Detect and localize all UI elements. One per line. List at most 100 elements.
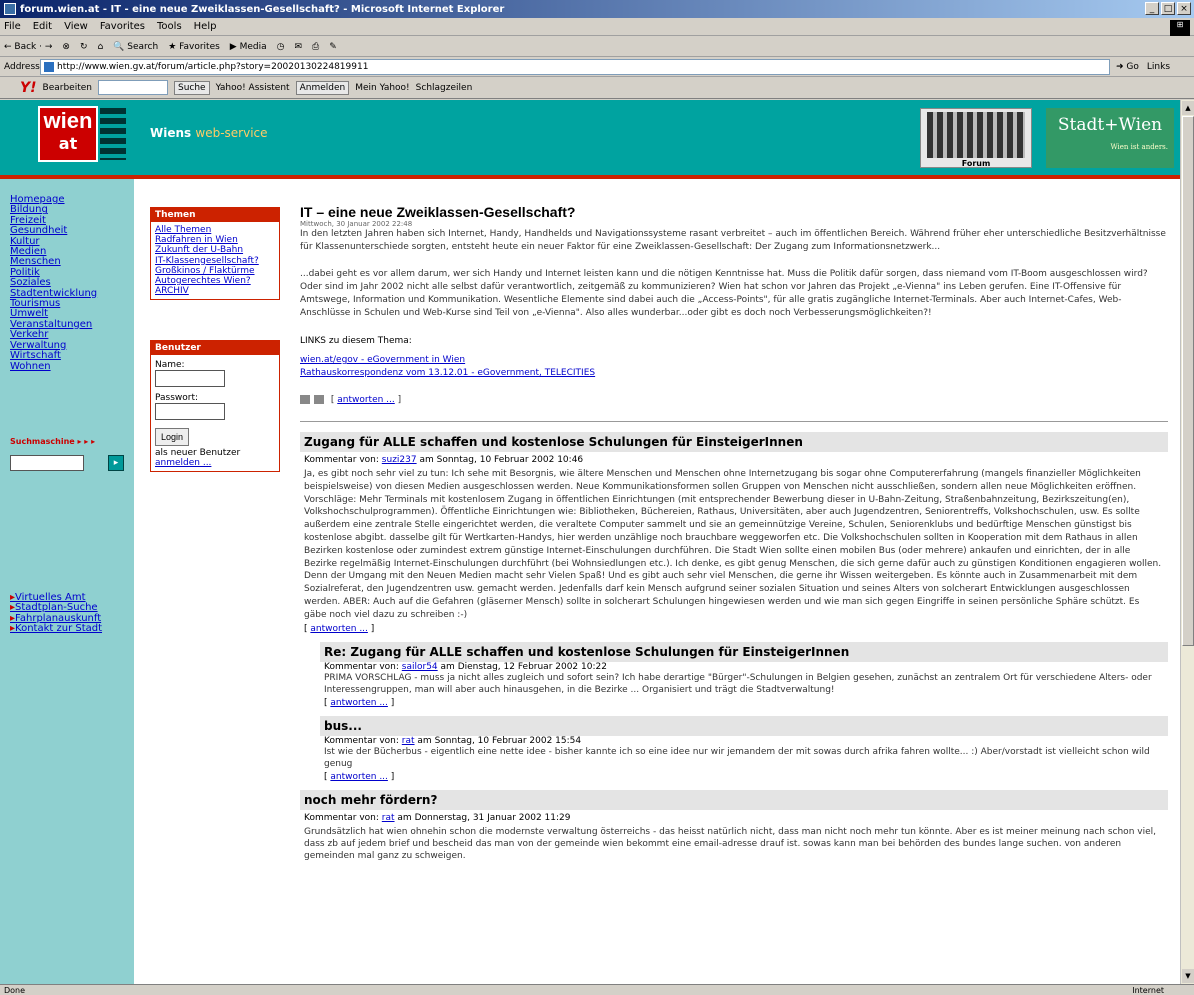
site-header: wien at Wiens web-service Forum Stadt+Wie…	[0, 100, 1180, 175]
address-bar: Address http://www.wien.gv.at/forum/arti…	[0, 57, 1194, 77]
reply-link[interactable]: antworten ...	[330, 698, 388, 708]
themen-link[interactable]: Zukunft der U-Bahn	[155, 245, 275, 255]
links-header: LINKS zu diesem Thema:	[300, 336, 412, 346]
article-intro: In den letzten Jahren haben sich Interne…	[300, 229, 1166, 252]
rathaus-link[interactable]: Rathauskorrespondenz vom 13.12.01 - eGov…	[300, 368, 595, 378]
media-button[interactable]: ▶ Media	[230, 42, 267, 52]
name-input[interactable]	[155, 370, 225, 387]
benutzer-title: Benutzer	[151, 341, 279, 355]
menu-help[interactable]: Help	[194, 21, 217, 32]
print-icon[interactable]: ⎙	[312, 42, 319, 52]
stadt-tagline: Wien ist anders.	[1110, 143, 1168, 151]
reply-link[interactable]: antworten ...	[330, 772, 388, 782]
meta-label: Kommentar von:	[304, 455, 379, 465]
refresh-icon[interactable]: ↻	[80, 42, 88, 52]
status-bar: Done Internet	[0, 984, 1194, 995]
comment-body: Ist wie der Bücherbus - eigentlich eine …	[324, 746, 1150, 769]
yahoo-suche-button[interactable]: Suche	[173, 80, 210, 95]
yahoo-toolbar: Y! Bearbeiten Suche Yahoo! Assistent Anm…	[0, 77, 1194, 99]
minimize-button[interactable]: _	[1145, 2, 1159, 15]
comment-user-link[interactable]: sailor54	[402, 662, 438, 672]
yahoo-search-input[interactable]	[97, 80, 168, 95]
yahoo-logo-icon[interactable]: Y!	[20, 80, 37, 96]
wien-at-logo[interactable]: wien at	[38, 106, 98, 162]
yahoo-schlagzeilen[interactable]: Schlagzeilen	[416, 83, 473, 93]
comment-meta: Kommentar von: rat am Donnerstag, 31 Jan…	[300, 810, 1168, 826]
favorites-button[interactable]: ★ Favorites	[168, 42, 220, 52]
egov-link[interactable]: wien.at/egov - eGovernment in Wien	[300, 355, 465, 365]
yahoo-assistent[interactable]: Yahoo! Assistent	[216, 83, 290, 93]
history-icon[interactable]: ◷	[277, 42, 285, 52]
article-reply-link[interactable]: antworten ...	[337, 395, 395, 405]
menu-favorites[interactable]: Favorites	[100, 21, 145, 32]
go-label: Go	[1126, 61, 1139, 72]
media-label: Media	[239, 41, 267, 52]
stadt-wien-logo[interactable]: Stadt+Wien Wien ist anders.	[1046, 108, 1174, 168]
scroll-thumb[interactable]	[1182, 116, 1194, 646]
internet-zone: Internet	[1132, 985, 1164, 995]
header-divider	[0, 175, 1180, 179]
links-button[interactable]: Links	[1147, 62, 1170, 72]
edit-icon[interactable]: ✎	[329, 42, 337, 52]
themen-link[interactable]: ARCHIV	[155, 286, 275, 296]
comment-meta: Kommentar von: suzi237 am Sonntag, 10 Fe…	[300, 452, 1168, 468]
windows-logo-icon: ⊞	[1170, 20, 1190, 36]
menu-file[interactable]: File	[4, 21, 21, 32]
address-label: Address	[4, 61, 40, 72]
themen-link[interactable]: Großkinos / Flaktürme	[155, 266, 275, 276]
password-input[interactable]	[155, 403, 225, 420]
search-button[interactable]: 🔍 Search	[113, 42, 158, 52]
suche-go-icon[interactable]: ▸	[108, 455, 124, 471]
comment-user-link[interactable]: rat	[382, 813, 395, 823]
menu-bar: File Edit View Favorites Tools Help	[0, 18, 1194, 36]
suche-input[interactable]	[10, 455, 84, 471]
password-label: Passwort:	[155, 393, 199, 403]
service-title: Wiens web-service	[150, 126, 268, 140]
reply-link[interactable]: antworten ...	[310, 624, 368, 634]
nav-link[interactable]: Wohnen	[10, 361, 97, 372]
maximize-button[interactable]: □	[1161, 2, 1175, 15]
menu-tools[interactable]: Tools	[157, 21, 182, 32]
register-link[interactable]: anmelden ...	[155, 458, 275, 468]
logo-stripes	[100, 108, 126, 160]
meta-date: am Sonntag, 10 Februar 2002 10:46	[419, 455, 584, 465]
forum-banner[interactable]: Forum	[920, 108, 1032, 168]
themen-link[interactable]: Alle Themen	[155, 225, 275, 235]
go-button[interactable]: ➜ Go	[1116, 62, 1139, 72]
mail-icon[interactable]: ✉	[294, 42, 302, 52]
article-date: Mittwoch, 30 Januar 2002 22:48	[300, 220, 413, 228]
yahoo-anmelden-button[interactable]: Anmelden	[295, 80, 350, 95]
back-button[interactable]: ← Back · →	[4, 42, 52, 52]
comment-user-link[interactable]: rat	[402, 736, 415, 746]
login-button[interactable]: Login	[155, 428, 189, 446]
themen-list: Alle Themen Radfahren in Wien Zukunft der …	[151, 222, 279, 299]
article-body: ...dabei geht es vor allem darum, wer si…	[300, 269, 1148, 318]
menu-view[interactable]: View	[64, 21, 88, 32]
yahoo-mein[interactable]: Mein Yahoo!	[355, 83, 409, 93]
themen-link[interactable]: Radfahren in Wien	[155, 235, 275, 245]
comment-reply: [ antworten ... ]	[304, 623, 375, 634]
address-input[interactable]: http://www.wien.gv.at/forum/article.php?…	[40, 58, 1110, 75]
mail-print-icon[interactable]	[300, 395, 328, 404]
themen-link[interactable]: IT-Klassengesellschaft?	[155, 256, 275, 266]
ext-link[interactable]: Kontakt zur Stadt	[10, 623, 102, 634]
menu-edit[interactable]: Edit	[33, 21, 52, 32]
yahoo-bearbeiten[interactable]: Bearbeiten	[43, 83, 92, 93]
comment-title: Zugang für ALLE schaffen und kostenlose …	[300, 432, 1168, 452]
comment-title: Re: Zugang für ALLE schaffen und kostenl…	[320, 641, 1168, 662]
stop-icon[interactable]: ⊗	[62, 42, 70, 52]
name-label: Name:	[155, 360, 185, 370]
vertical-scrollbar[interactable]: ▲ ▼	[1180, 100, 1194, 984]
meta-label: Kommentar von:	[324, 661, 399, 672]
suchmaschine-label: Suchmaschine ▸ ▸ ▸	[10, 437, 96, 446]
scroll-up-icon[interactable]: ▲	[1182, 101, 1194, 115]
comment-body: PRIMA VORSCHLAG - muss ja nicht alles zu…	[324, 672, 1152, 695]
close-button[interactable]: ×	[1177, 2, 1191, 15]
window-title: forum.wien.at - IT - eine neue Zweiklass…	[20, 3, 505, 15]
home-icon[interactable]: ⌂	[97, 42, 103, 52]
comment-user-link[interactable]: suzi237	[382, 455, 417, 465]
nav-link[interactable]: Wirtschaft	[10, 350, 97, 361]
comment-title: noch mehr fördern?	[300, 789, 1168, 810]
scroll-down-icon[interactable]: ▼	[1182, 969, 1194, 983]
themen-link[interactable]: Autogerechtes Wien?	[155, 276, 275, 286]
